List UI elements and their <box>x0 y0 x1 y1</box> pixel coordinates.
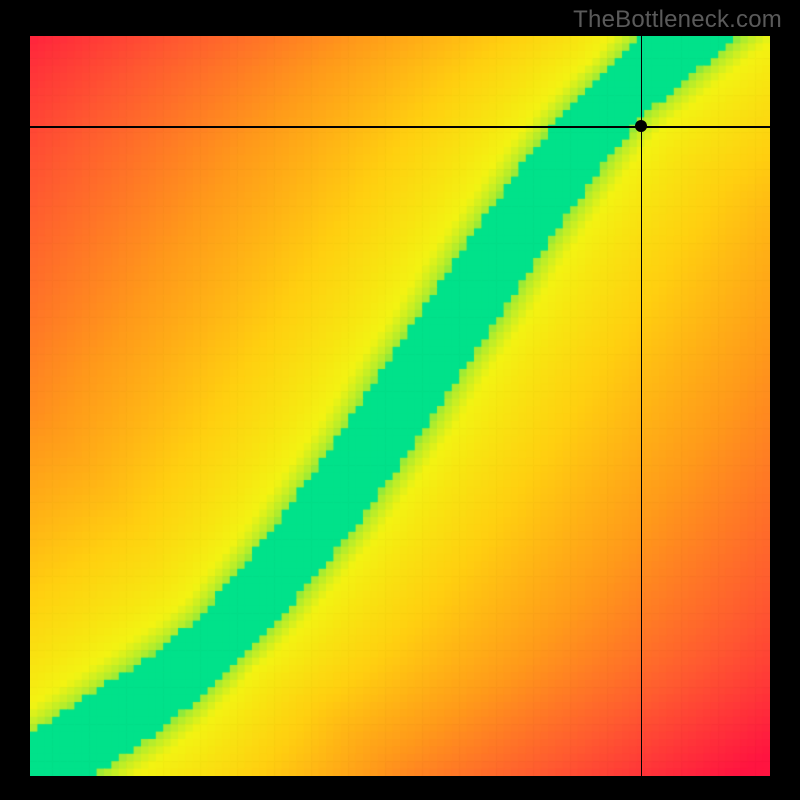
chart-container: TheBottleneck.com <box>0 0 800 800</box>
bottleneck-heatmap <box>30 36 770 776</box>
watermark-text: TheBottleneck.com <box>573 6 782 34</box>
crosshair-vertical <box>641 36 643 776</box>
selection-marker <box>635 120 647 132</box>
crosshair-horizontal <box>30 126 770 128</box>
